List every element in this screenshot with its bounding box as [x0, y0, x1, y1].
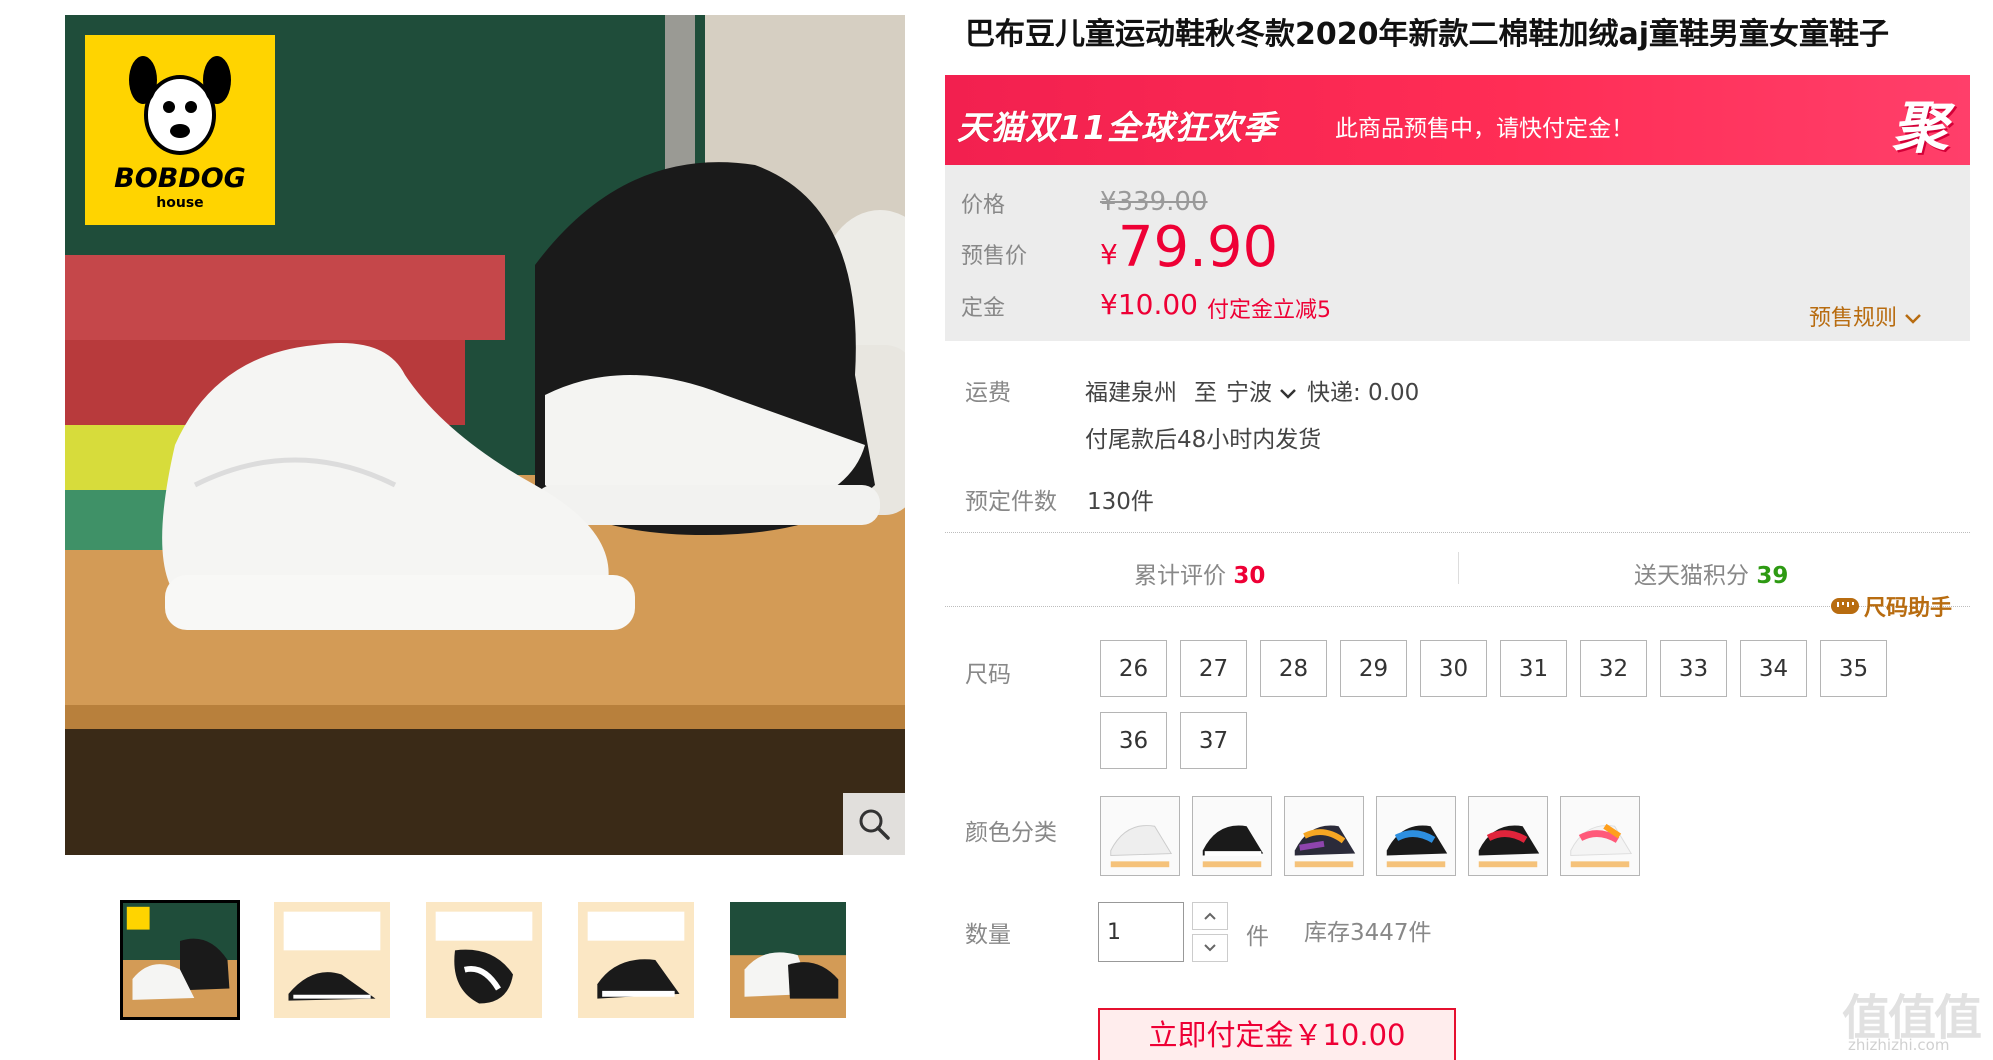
size-option[interactable]: 37: [1180, 712, 1247, 769]
thumbnail-2[interactable]: [272, 900, 392, 1020]
quantity-increase-button[interactable]: [1192, 902, 1228, 930]
swatch-image: [1469, 797, 1547, 875]
dispatch-note: 付尾款后48小时内发货: [1085, 427, 1322, 453]
pay-deposit-label: 立即付定金￥10.00: [1148, 1018, 1406, 1052]
size-option[interactable]: 33: [1660, 640, 1727, 697]
size-option[interactable]: 27: [1180, 640, 1247, 697]
brand-logo-text: BOBDOG: [114, 163, 246, 194]
size-option[interactable]: 28: [1260, 640, 1327, 697]
price-panel: 价格 ¥339.00 预售价 ¥79.90 定金 ¥10.00 付定金立减5 预…: [945, 165, 1970, 341]
size-option[interactable]: 26: [1100, 640, 1167, 697]
reservations-label: 预定件数: [965, 489, 1057, 515]
color-swatch-white[interactable]: [1100, 796, 1180, 876]
brand-logo-subtext: house: [156, 195, 204, 211]
size-option[interactable]: 32: [1580, 640, 1647, 697]
deposit-amount: ¥10.00: [1100, 288, 1198, 321]
presale-message: 此商品预售中，请快付定金！: [1335, 116, 1634, 142]
size-label: 尺码: [965, 662, 1011, 688]
brand-logo: BOBDOG house: [85, 35, 275, 225]
color-swatch-multicolor[interactable]: [1284, 796, 1364, 876]
site-watermark: 值值值 zhizhizhi.com: [1842, 978, 1987, 1058]
size-option[interactable]: 34: [1740, 640, 1807, 697]
divider: [945, 606, 1970, 607]
thumbnail-image: [123, 903, 237, 1017]
reservations-count: 130件: [1087, 489, 1154, 515]
quantity-unit: 件: [1246, 924, 1269, 950]
points-stat: 送天猫积分 39: [1634, 556, 1788, 590]
thumbnail-image: [578, 902, 694, 1018]
color-swatch-black-white[interactable]: [1192, 796, 1272, 876]
chevron-down-icon: [1280, 388, 1297, 399]
presale-rules-label: 预售规则: [1808, 306, 1897, 331]
thumbnail-image: [426, 902, 542, 1018]
size-option[interactable]: 35: [1820, 640, 1887, 697]
original-price: ¥339.00: [1100, 187, 1208, 217]
main-product-image[interactable]: BOBDOG house: [65, 15, 905, 855]
ju-badge: 聚: [1892, 96, 1948, 161]
shipping-destination: 宁波: [1226, 380, 1272, 406]
product-title: 巴布豆儿童运动鞋秋冬款2020年新款二棉鞋加绒aj童鞋男童女童鞋子: [965, 17, 1890, 52]
shipping-method: 快递: 0.00: [1307, 380, 1420, 406]
presale-price-label: 预售价: [961, 244, 1028, 269]
size-option[interactable]: 36: [1100, 712, 1167, 769]
thumbnail-image: [730, 902, 846, 1018]
thumbnail-strip: [120, 900, 850, 1022]
search-icon: [859, 809, 890, 840]
color-swatch-blue-black[interactable]: [1376, 796, 1456, 876]
color-options: [1100, 796, 1660, 876]
quantity-input[interactable]: [1098, 902, 1184, 962]
size-option[interactable]: 31: [1500, 640, 1567, 697]
promo-banner: 天猫双11全球狂欢季 此商品预售中，请快付定金！ 聚: [945, 75, 1970, 165]
size-helper-label: 尺码助手: [1864, 596, 1953, 621]
campaign-title: 天猫双11全球狂欢季: [957, 108, 1277, 147]
reviews-count: 30: [1233, 563, 1266, 589]
swatch-image: [1101, 797, 1179, 875]
swatch-image: [1561, 797, 1639, 875]
size-helper-link[interactable]: 尺码助手: [1830, 590, 1952, 622]
stock-count: 库存3447件: [1304, 920, 1432, 946]
thumbnail-3[interactable]: [424, 900, 544, 1020]
thumbnail-1[interactable]: [120, 900, 240, 1020]
thumbnail-5[interactable]: [728, 900, 848, 1020]
chevron-up-icon: [1204, 912, 1216, 920]
reviews-stat[interactable]: 累计评价 30: [1134, 556, 1265, 590]
divider: [945, 532, 1970, 533]
original-price-label: 价格: [961, 193, 1006, 218]
color-label: 颜色分类: [965, 820, 1057, 846]
thumbnail-image: [274, 902, 390, 1018]
pay-deposit-button[interactable]: 立即付定金￥10.00: [1098, 1008, 1456, 1060]
swatch-image: [1285, 797, 1363, 875]
deposit-discount-note: 付定金立减5: [1207, 298, 1331, 323]
watermark-mark: 值值值: [1842, 990, 1982, 1046]
quantity-decrease-button[interactable]: [1192, 934, 1228, 962]
chevron-down-icon: [1204, 944, 1216, 952]
size-option[interactable]: 30: [1420, 640, 1487, 697]
shipping-origin: 福建泉州: [1085, 380, 1177, 406]
watermark-text: zhizhizhi.com: [1848, 1036, 1950, 1054]
stat-divider: [1458, 552, 1459, 584]
size-options: 26 27 28 29 30 31 32 33 34 35 36 37: [1100, 640, 1900, 780]
shipping-to: 至: [1194, 380, 1217, 406]
size-option[interactable]: 29: [1340, 640, 1407, 697]
thumbnail-4[interactable]: [576, 900, 696, 1020]
presale-currency: ¥: [1100, 238, 1118, 271]
presale-rules-link[interactable]: 预售规则: [1809, 300, 1922, 332]
ruler-icon: [1831, 598, 1859, 614]
zoom-button[interactable]: [843, 793, 905, 855]
reviews-label: 累计评价: [1134, 563, 1226, 589]
shipping-label: 运费: [965, 380, 1011, 406]
color-swatch-red-black[interactable]: [1468, 796, 1548, 876]
destination-selector[interactable]: 宁波: [1226, 373, 1297, 407]
swatch-image: [1193, 797, 1271, 875]
chevron-down-icon: [1905, 314, 1921, 324]
swatch-image: [1377, 797, 1455, 875]
color-swatch-pink-orange[interactable]: [1560, 796, 1640, 876]
presale-price: ¥79.90: [1100, 215, 1278, 280]
presale-amount: 79.90: [1117, 215, 1279, 280]
deposit-label: 定金: [961, 296, 1006, 321]
points-label: 送天猫积分: [1634, 563, 1749, 589]
quantity-label: 数量: [965, 922, 1011, 948]
points-value: 39: [1756, 563, 1789, 589]
